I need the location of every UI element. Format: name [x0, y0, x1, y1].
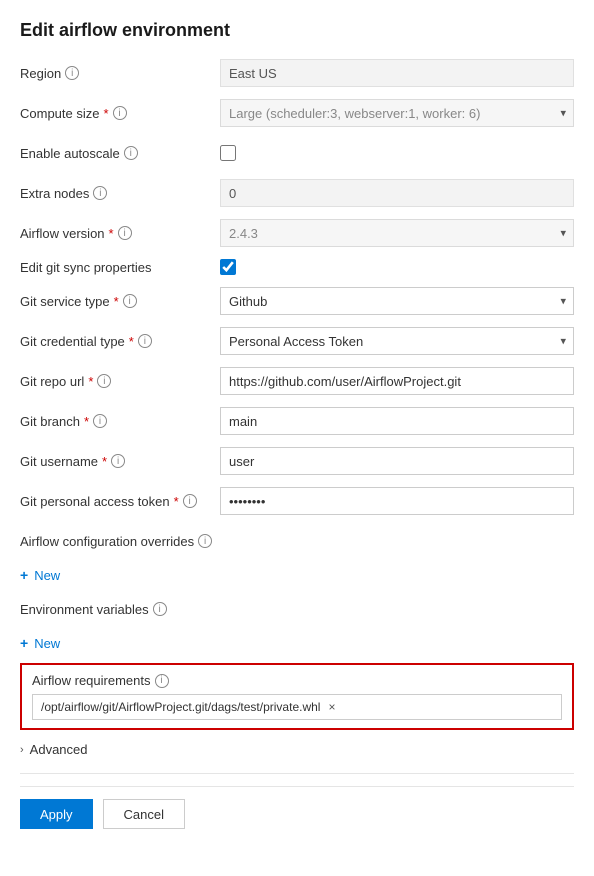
environment-variables-plus-icon: +: [20, 635, 28, 651]
enable-autoscale-row: Enable autoscale i: [20, 139, 574, 167]
airflow-requirements-info-icon[interactable]: i: [155, 674, 169, 688]
git-repo-url-label: Git repo url * i: [20, 374, 220, 389]
git-service-type-select-wrapper: Github Gitlab Bitbucket ▾: [220, 287, 574, 315]
enable-autoscale-info-icon[interactable]: i: [124, 146, 138, 160]
apply-button[interactable]: Apply: [20, 799, 93, 829]
airflow-config-overrides-plus-icon: +: [20, 567, 28, 583]
airflow-config-overrides-row: Airflow configuration overrides i: [20, 527, 574, 555]
extra-nodes-value: 0: [220, 179, 574, 207]
enable-autoscale-label: Enable autoscale i: [20, 146, 220, 161]
environment-variables-new-button[interactable]: + New: [20, 635, 574, 651]
airflow-version-select-wrapper: 2.4.3 ▾: [220, 219, 574, 247]
environment-variables-label: Environment variables i: [20, 602, 220, 617]
compute-size-row: Compute size * i Large (scheduler:3, web…: [20, 99, 574, 127]
airflow-requirements-label: Airflow requirements i: [32, 673, 562, 688]
advanced-chevron-right-icon: ›: [20, 744, 24, 756]
compute-size-select[interactable]: Large (scheduler:3, webserver:1, worker:…: [220, 99, 574, 127]
cancel-button[interactable]: Cancel: [103, 799, 185, 829]
git-credential-type-row: Git credential type * i Personal Access …: [20, 327, 574, 355]
git-branch-info-icon[interactable]: i: [93, 414, 107, 428]
airflow-requirements-tag-value: /opt/airflow/git/AirflowProject.git/dags…: [41, 700, 320, 714]
git-service-type-select[interactable]: Github Gitlab Bitbucket: [220, 287, 574, 315]
git-branch-label: Git branch * i: [20, 414, 220, 429]
git-username-row: Git username * i: [20, 447, 574, 475]
footer-divider: [20, 773, 574, 774]
edit-git-sync-checkbox[interactable]: [220, 259, 236, 275]
compute-size-label: Compute size * i: [20, 106, 220, 121]
extra-nodes-label: Extra nodes i: [20, 186, 220, 201]
airflow-version-label: Airflow version * i: [20, 226, 220, 241]
airflow-requirements-input-row: /opt/airflow/git/AirflowProject.git/dags…: [32, 694, 562, 720]
enable-autoscale-checkbox[interactable]: [220, 145, 236, 161]
git-service-type-label: Git service type * i: [20, 294, 220, 309]
git-pat-row: Git personal access token * i: [20, 487, 574, 515]
git-username-input[interactable]: [220, 447, 574, 475]
compute-size-info-icon[interactable]: i: [113, 106, 127, 120]
page-title: Edit airflow environment: [20, 20, 574, 41]
region-row: Region i East US: [20, 59, 574, 87]
git-credential-type-select-wrapper: Personal Access Token SSH Key ▾: [220, 327, 574, 355]
git-credential-type-info-icon[interactable]: i: [138, 334, 152, 348]
environment-variables-row: Environment variables i: [20, 595, 574, 623]
edit-git-sync-row: Edit git sync properties: [20, 259, 574, 275]
compute-size-select-wrapper: Large (scheduler:3, webserver:1, worker:…: [220, 99, 574, 127]
git-username-info-icon[interactable]: i: [111, 454, 125, 468]
git-service-type-row: Git service type * i Github Gitlab Bitbu…: [20, 287, 574, 315]
airflow-version-row: Airflow version * i 2.4.3 ▾: [20, 219, 574, 247]
git-repo-url-row: Git repo url * i: [20, 367, 574, 395]
airflow-version-select[interactable]: 2.4.3: [220, 219, 574, 247]
git-pat-info-icon[interactable]: i: [183, 494, 197, 508]
airflow-requirements-tag-close-icon[interactable]: ×: [328, 700, 335, 714]
edit-git-sync-checkbox-wrapper: [220, 259, 236, 275]
advanced-section[interactable]: › Advanced: [20, 742, 574, 757]
airflow-config-overrides-label: Airflow configuration overrides i: [20, 534, 220, 549]
airflow-requirements-section: Airflow requirements i /opt/airflow/git/…: [20, 663, 574, 730]
extra-nodes-row: Extra nodes i 0: [20, 179, 574, 207]
airflow-version-info-icon[interactable]: i: [118, 226, 132, 240]
airflow-config-overrides-new-button[interactable]: + New: [20, 567, 574, 583]
git-pat-label: Git personal access token * i: [20, 494, 220, 509]
edit-git-sync-label: Edit git sync properties: [20, 260, 220, 275]
git-repo-url-info-icon[interactable]: i: [97, 374, 111, 388]
git-repo-url-input[interactable]: [220, 367, 574, 395]
git-service-type-info-icon[interactable]: i: [123, 294, 137, 308]
region-value: East US: [220, 59, 574, 87]
git-pat-input[interactable]: [220, 487, 574, 515]
extra-nodes-info-icon[interactable]: i: [93, 186, 107, 200]
environment-variables-info-icon[interactable]: i: [153, 602, 167, 616]
footer-row: Apply Cancel: [20, 786, 574, 829]
git-username-label: Git username * i: [20, 454, 220, 469]
git-branch-row: Git branch * i: [20, 407, 574, 435]
airflow-config-overrides-info-icon[interactable]: i: [198, 534, 212, 548]
airflow-requirements-tag: /opt/airflow/git/AirflowProject.git/dags…: [32, 694, 562, 720]
git-credential-type-select[interactable]: Personal Access Token SSH Key: [220, 327, 574, 355]
enable-autoscale-checkbox-wrapper: [220, 145, 236, 161]
git-credential-type-label: Git credential type * i: [20, 334, 220, 349]
region-label: Region i: [20, 66, 220, 81]
region-info-icon[interactable]: i: [65, 66, 79, 80]
git-branch-input[interactable]: [220, 407, 574, 435]
advanced-label: Advanced: [30, 742, 88, 757]
